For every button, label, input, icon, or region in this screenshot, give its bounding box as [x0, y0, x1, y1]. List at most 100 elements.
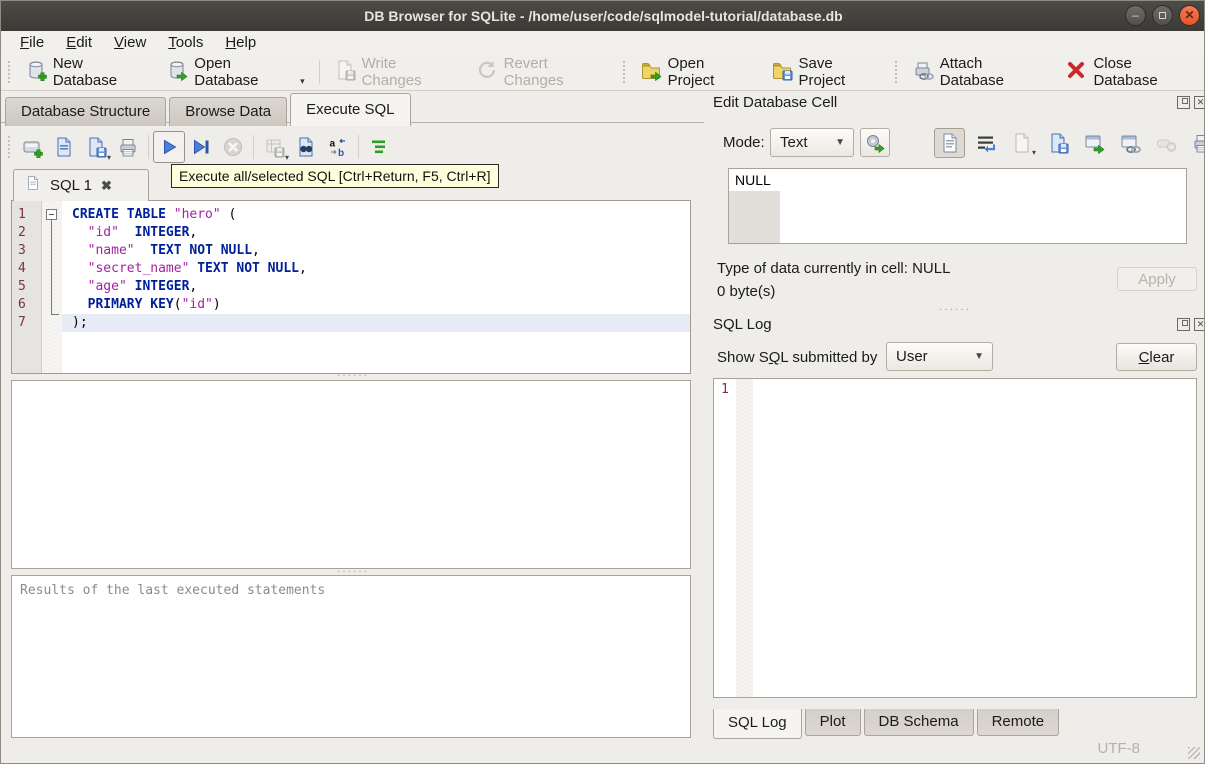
new-database-button[interactable]: New Database	[16, 51, 157, 93]
new-sql-tab-icon[interactable]	[16, 131, 48, 163]
splitter-handle[interactable]: ······	[337, 567, 369, 577]
tab-database-structure[interactable]: Database Structure	[5, 97, 167, 126]
open-sql-file-icon[interactable]	[48, 131, 80, 163]
execute-sql-icon[interactable]	[153, 131, 185, 163]
toolbar-handle[interactable]	[620, 61, 628, 83]
tab-remote[interactable]: Remote	[976, 709, 1060, 736]
copy-link-icon[interactable]	[1114, 128, 1145, 158]
toolbar-button-label: Open Project	[667, 55, 715, 89]
code-line[interactable]: "age" INTEGER,	[62, 278, 690, 296]
code-line[interactable]: CREATE TABLE "hero" (	[62, 206, 690, 224]
toolbar-separator	[318, 60, 320, 84]
minimize-icon[interactable]: –	[1125, 5, 1146, 26]
toolbar-button-label: Attach Database	[939, 55, 1004, 89]
line-number: 3	[18, 243, 26, 258]
print-cell-icon[interactable]	[1186, 128, 1204, 158]
sql-file-icon	[25, 175, 41, 196]
sql-log-title: SQL Log	[713, 316, 772, 333]
attach-database-button[interactable]: Attach Database	[903, 51, 1057, 93]
menu-tools[interactable]: Tools	[157, 33, 214, 52]
format-sql-icon[interactable]	[363, 131, 395, 163]
write-changes-icon	[334, 59, 356, 85]
mode-label: Mode:	[723, 134, 765, 151]
menu-edit[interactable]: Edit	[55, 33, 103, 52]
line-number: 5	[18, 279, 26, 294]
execute-current-line-icon[interactable]	[185, 131, 217, 163]
cell-value: NULL	[735, 172, 771, 188]
toolbar-button-label: Write Changes	[361, 55, 422, 89]
cell-value-editor[interactable]: NULL	[728, 168, 1187, 244]
word-wrap-icon[interactable]	[970, 128, 1001, 158]
save-project-button[interactable]: Save Project	[762, 51, 890, 93]
open-cell-file-icon: ▾	[1006, 128, 1037, 158]
app-window: DB Browser for SQLite - /home/user/code/…	[0, 0, 1205, 764]
text-mode-icon[interactable]	[934, 128, 965, 158]
fold-collapse-icon[interactable]	[46, 209, 57, 220]
title-bar[interactable]: DB Browser for SQLite - /home/user/code/…	[1, 1, 1204, 31]
cell-size-info: 0 byte(s)	[717, 283, 776, 300]
export-data-icon[interactable]	[1078, 128, 1109, 158]
line-number: 7	[18, 315, 26, 330]
menu-file[interactable]: File	[9, 33, 55, 52]
tab-browse-data[interactable]: Browse Data	[169, 97, 288, 126]
attach-database-icon	[912, 59, 934, 85]
line-number: 1	[18, 207, 26, 222]
find-icon[interactable]	[290, 131, 322, 163]
sql-editor-tab[interactable]: SQL 1 ✖	[13, 169, 149, 201]
tab-execute-sql[interactable]: Execute SQL	[290, 93, 411, 126]
main-toolbar: New Database Open Database ▾ Write Changes R…	[1, 51, 1204, 93]
toolbar-handle[interactable]	[6, 61, 13, 83]
close-panel-icon[interactable]: ✕	[1194, 96, 1204, 109]
code-line[interactable]: "id" INTEGER,	[62, 224, 690, 242]
menu-help[interactable]: Help	[214, 33, 267, 52]
float-panel-icon[interactable]	[1177, 318, 1190, 331]
close-sql-tab-icon[interactable]: ✖	[101, 178, 112, 194]
maximize-icon[interactable]	[1152, 5, 1173, 26]
sql-code-editor[interactable]: 1 CREATE TABLE "hero" (2 "id" INTEGER, 3 "…	[11, 200, 691, 374]
chevron-down-icon: ▾	[1031, 148, 1036, 157]
fold-margin[interactable]	[42, 201, 62, 373]
tab-sql-log[interactable]: SQL Log	[713, 709, 802, 739]
open-database-button[interactable]: Open Database ▾	[157, 51, 313, 93]
code-line[interactable]: "name" TEXT NOT NULL,	[62, 242, 690, 260]
edit-values-pane[interactable]	[11, 380, 691, 569]
revert-changes-icon	[476, 59, 498, 85]
save-sql-file-icon[interactable]: ▾	[80, 131, 112, 163]
window-title: DB Browser for SQLite - /home/user/code/…	[364, 8, 843, 24]
toolbar-handle[interactable]	[892, 61, 900, 83]
clear-log-button[interactable]: Clear	[1116, 343, 1197, 371]
tab-plot[interactable]: Plot	[804, 709, 861, 736]
print-icon[interactable]	[112, 131, 144, 163]
toolbar-separator	[358, 135, 359, 159]
chevron-down-icon[interactable]: ▾	[300, 76, 305, 89]
close-icon[interactable]: ✕	[1179, 5, 1200, 26]
mode-select[interactable]: Text ▼	[770, 128, 854, 157]
close-panel-icon[interactable]: ✕	[1194, 318, 1204, 331]
splitter-handle[interactable]: ······	[939, 305, 971, 315]
svg-text:a: a	[330, 139, 336, 150]
import-data-icon[interactable]	[1042, 128, 1073, 158]
close-database-button[interactable]: Close Database	[1056, 51, 1204, 93]
fold-guide-line	[51, 220, 52, 314]
edit-cell-dock-buttons: ✕	[1177, 96, 1204, 109]
write-changes-button: Write Changes	[325, 51, 467, 93]
replace-icon[interactable]: ab	[322, 131, 354, 163]
tab-db-schema[interactable]: DB Schema	[863, 709, 974, 736]
open-project-button[interactable]: Open Project	[631, 51, 762, 93]
open-database-icon	[166, 59, 188, 85]
float-panel-icon[interactable]	[1177, 96, 1190, 109]
chevron-down-icon: ▼	[974, 351, 984, 362]
open-project-icon	[640, 59, 662, 85]
menu-view[interactable]: View	[103, 33, 157, 52]
log-filter-select[interactable]: User ▼	[886, 342, 993, 371]
splitter-handle[interactable]: ······	[337, 371, 369, 381]
save-project-icon	[771, 59, 793, 85]
log-fold-margin	[736, 379, 753, 697]
code-line[interactable]: PRIMARY KEY("id")	[62, 296, 690, 314]
resize-grip[interactable]	[1188, 747, 1200, 759]
code-line[interactable]: "secret_name" TEXT NOT NULL,	[62, 260, 690, 278]
auto-apply-button[interactable]	[860, 128, 890, 157]
code-line[interactable]: );	[62, 314, 690, 332]
toolbar-handle[interactable]	[6, 136, 13, 158]
sql-log-view[interactable]: 1	[713, 378, 1197, 698]
